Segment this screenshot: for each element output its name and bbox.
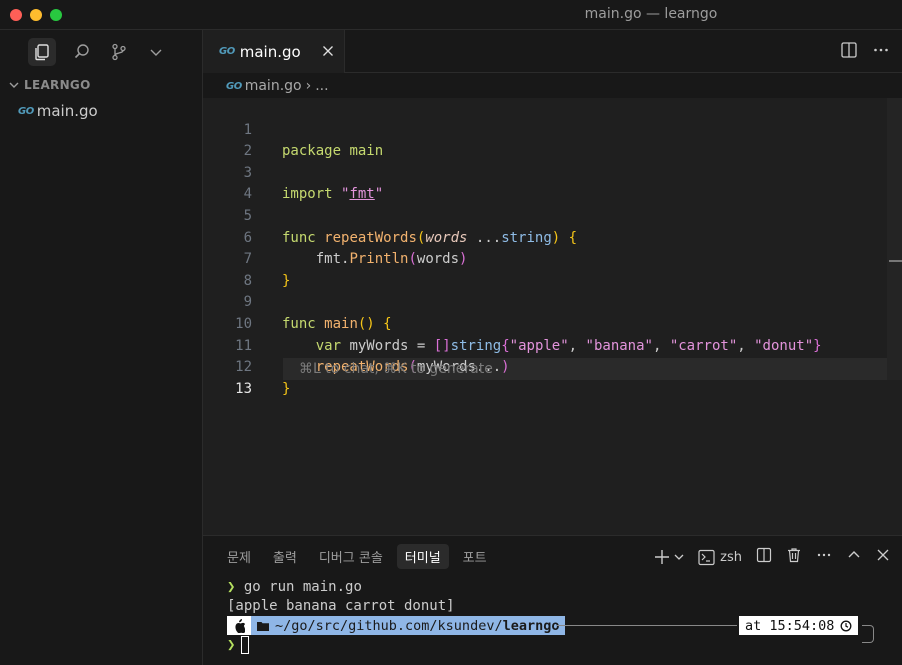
- panel-actions: zsh: [654, 547, 890, 567]
- more-actions-icon[interactable]: [816, 547, 832, 567]
- terminal-input-line[interactable]: ❯: [227, 636, 250, 654]
- split-editor-icon[interactable]: [840, 41, 858, 63]
- more-actions-icon[interactable]: [872, 41, 890, 63]
- terminal-profile-button[interactable]: zsh: [698, 549, 742, 566]
- code-editor[interactable]: 1 package main 2 3 import "fmt" 4 5 func…: [203, 98, 902, 535]
- line-number: 13: [235, 380, 252, 397]
- terminal-output-line: [apple banana carrot donut]: [227, 598, 455, 614]
- code-text: }: [282, 380, 291, 397]
- prompt-divider: [557, 625, 737, 626]
- bottom-panel: 문제 출력 디버그 콘솔 터미널 포트 zsh ❯ go run main.go…: [203, 535, 902, 665]
- tab-label: main.go: [239, 42, 301, 61]
- source-control-icon[interactable]: [105, 38, 133, 66]
- files-icon[interactable]: [28, 38, 56, 66]
- code-line: 4: [203, 163, 887, 202]
- tab-problems[interactable]: 문제: [219, 544, 259, 569]
- code-line: 3 import "fmt": [203, 141, 887, 203]
- breadcrumb: GO main.go › ...: [226, 78, 329, 94]
- terminal-command: go run main.go: [243, 579, 362, 595]
- editor-scrollbar[interactable]: [887, 98, 902, 380]
- split-terminal-icon[interactable]: [756, 547, 772, 567]
- code-line: 10 var myWords = []string{"apple", "bana…: [203, 292, 887, 354]
- breadcrumb-symbol[interactable]: ...: [315, 78, 328, 94]
- explorer-file-item[interactable]: GO main.go: [18, 102, 98, 120]
- prompt-path-current: learngo: [502, 617, 560, 634]
- close-panel-icon[interactable]: [876, 548, 890, 566]
- window-title: main.go — learngo: [584, 6, 718, 22]
- chevron-down-icon: [674, 554, 684, 560]
- code-line: 6 fmt.Println(words): [203, 206, 887, 268]
- prompt-chevron-icon: ❯: [227, 579, 236, 595]
- explorer-file-name: main.go: [36, 102, 98, 120]
- tab-terminal[interactable]: 터미널: [396, 544, 449, 569]
- go-file-icon: GO: [226, 80, 242, 92]
- code-line: 12 }: [203, 336, 887, 397]
- terminal-output[interactable]: ❯ go run main.go [apple banana carrot do…: [227, 578, 455, 616]
- scrollbar-position-marker: [889, 260, 902, 262]
- terminal-command-line: ❯ go run main.go: [227, 578, 455, 597]
- folder-icon: [257, 621, 269, 631]
- code-line: 2: [203, 120, 887, 159]
- search-icon[interactable]: [68, 38, 96, 66]
- explorer-folder-name: LEARNGO: [24, 78, 91, 92]
- breadcrumb-separator: ›: [305, 78, 312, 94]
- editor-actions: [840, 41, 890, 63]
- code-line: 7 }: [203, 228, 887, 289]
- prompt-corner-line: [862, 625, 874, 643]
- new-terminal-icon[interactable]: [654, 549, 684, 565]
- go-file-icon: GO: [219, 46, 235, 57]
- terminal-icon: [698, 549, 715, 565]
- close-icon[interactable]: [319, 42, 337, 60]
- tab-output[interactable]: 출력: [265, 544, 305, 569]
- code-line: 5 func repeatWords(words ...string) {: [203, 184, 887, 246]
- code-line: 11 repeatWords(myWords...): [203, 314, 887, 376]
- editor-tab-bar: GO main.go: [203, 30, 902, 73]
- prompt-time-text: at 15:54:08: [745, 617, 835, 634]
- code-line: 1 package main: [203, 98, 887, 160]
- terminal-cursor: [241, 636, 250, 654]
- shell-name: zsh: [720, 549, 742, 565]
- apple-icon: [227, 616, 251, 635]
- breadcrumb-file[interactable]: main.go: [245, 78, 302, 94]
- ai-hint-text: ⌘L to chat, ⌘K to generate: [299, 361, 493, 377]
- chevron-down-icon[interactable]: [142, 38, 170, 66]
- chevron-down-icon: [9, 82, 19, 88]
- maximize-panel-icon[interactable]: [846, 547, 862, 567]
- terminal-prompt-bar: ~/go/src/github.com/ksundev/learngo at 1…: [227, 616, 874, 643]
- prompt-path-prefix: ~/go/src/github.com/ksundev/: [275, 617, 503, 634]
- tab-debug-console[interactable]: 디버그 콘솔: [311, 544, 391, 569]
- explorer-folder-header[interactable]: LEARNGO: [8, 78, 91, 92]
- code-line: 9 func main() {: [203, 271, 887, 332]
- title-bar: main.go — learngo: [0, 0, 902, 30]
- prompt-time: at 15:54:08: [739, 616, 859, 635]
- trash-icon[interactable]: [786, 547, 802, 567]
- go-file-icon: GO: [18, 105, 34, 117]
- code-line: 8: [203, 249, 887, 289]
- tab-main-go[interactable]: GO main.go: [203, 30, 345, 73]
- sidebar: LEARNGO GO main.go: [0, 30, 203, 665]
- prompt-path: ~/go/src/github.com/ksundev/learngo: [251, 616, 566, 635]
- clock-icon: [840, 620, 852, 631]
- panel-tabs: 문제 출력 디버그 콘솔 터미널 포트: [219, 544, 495, 569]
- prompt-chevron-icon: ❯: [227, 637, 236, 653]
- tab-ports[interactable]: 포트: [455, 544, 495, 569]
